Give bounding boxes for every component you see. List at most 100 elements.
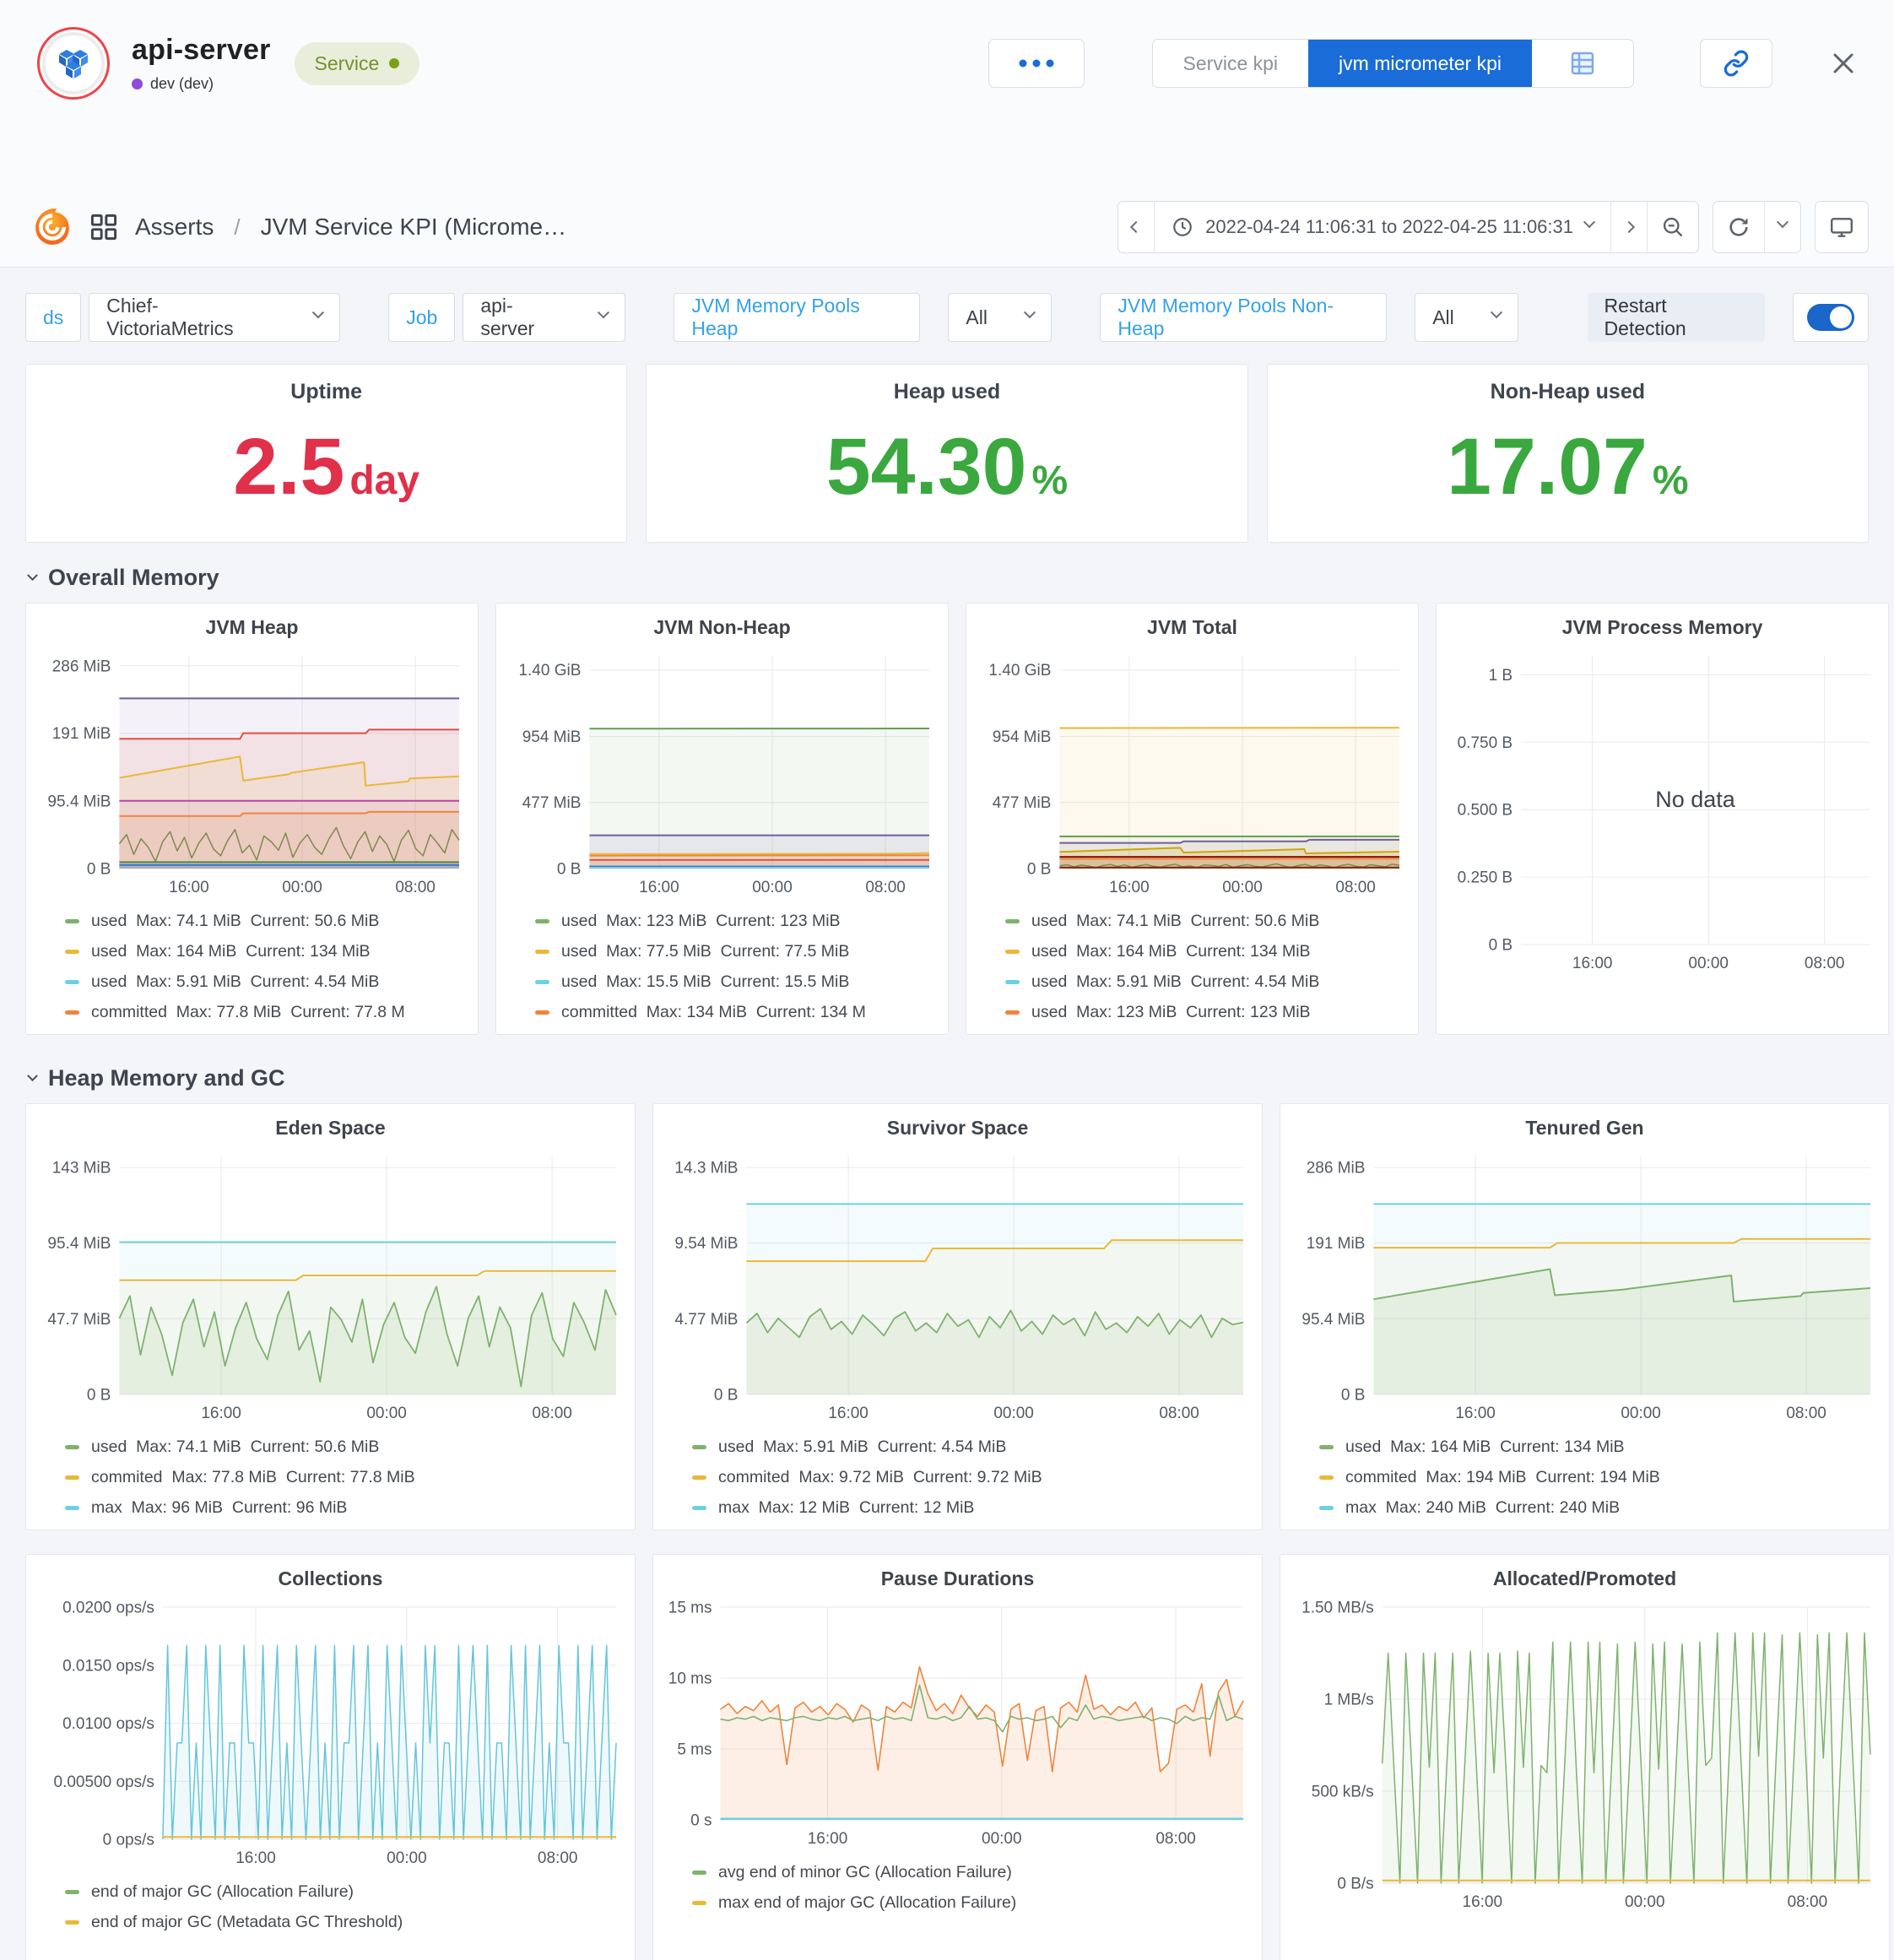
legend-item[interactable]: used Max: 123 MiB Current: 123 MiB xyxy=(535,906,939,936)
time-range-picker[interactable]: 2022-04-24 11:06:31 to 2022-04-25 11:06:… xyxy=(1154,202,1610,252)
legend-item[interactable]: used Max: 5.91 MiB Current: 4.54 MiB xyxy=(1005,966,1410,997)
ds-filter-label: ds xyxy=(25,293,81,342)
legend-item[interactable]: used Max: 5.91 MiB Current: 4.54 MiB xyxy=(65,966,469,997)
time-picker-group: 2022-04-24 11:06:31 to 2022-04-25 11:06:… xyxy=(1117,201,1699,253)
chart-canvas[interactable]: 143 MiB95.4 MiB47.7 MiB0 B16:0000:0008:0… xyxy=(35,1146,626,1425)
legend-swatch-icon xyxy=(65,1010,79,1015)
heap-gc-row-2: Collections 0.0200 ops/s0.0150 ops/s0.01… xyxy=(25,1554,1891,1960)
legend-item[interactable]: used Max: 5.91 MiB Current: 4.54 MiB xyxy=(692,1432,1253,1462)
tv-mode-button[interactable] xyxy=(1816,202,1868,252)
stat-panel-heap-used[interactable]: Heap used 54.30% xyxy=(646,364,1247,543)
panel-title[interactable]: Allocated/Promoted xyxy=(1280,1563,1889,1597)
chart-canvas[interactable]: 14.3 MiB9.54 MiB4.77 MiB0 B16:0000:0008:… xyxy=(662,1146,1253,1425)
legend-item[interactable]: committed Max: 134 MiB Current: 134 M xyxy=(535,997,939,1027)
section-overall-memory[interactable]: Overall Memory xyxy=(29,565,1869,591)
ds-filter-dropdown[interactable]: Chief-VictoriaMetrics xyxy=(89,293,339,342)
more-actions-button[interactable] xyxy=(988,39,1085,88)
legend-item[interactable]: max end of major GC (Allocation Failure) xyxy=(692,1887,1253,1918)
chart-canvas[interactable]: 1 B0.750 B0.500 B0.250 B0 B16:0000:0008:… xyxy=(1445,646,1880,975)
legend-item[interactable]: used Max: 74.1 MiB Current: 50.6 MiB xyxy=(65,906,469,936)
legend-item[interactable]: max Max: 12 MiB Current: 12 MiB xyxy=(692,1492,1253,1523)
chart-canvas[interactable]: 286 MiB191 MiB95.4 MiB0 B16:0000:0008:00 xyxy=(1289,1146,1880,1425)
legend-item[interactable]: used Max: 164 MiB Current: 134 MiB xyxy=(1319,1432,1880,1462)
legend-item[interactable]: committed Max: 77.8 MiB Current: 77.8 M xyxy=(65,997,469,1027)
svg-text:0 B: 0 B xyxy=(1027,861,1052,879)
breadcrumb: Asserts / JVM Service KPI (Microme… xyxy=(32,201,566,253)
svg-text:00:00: 00:00 xyxy=(366,1405,407,1422)
section-heap-memory-gc[interactable]: Heap Memory and GC xyxy=(29,1065,1869,1091)
panel-title[interactable]: JVM Total xyxy=(966,612,1418,646)
svg-text:08:00: 08:00 xyxy=(1155,1830,1196,1848)
legend-swatch-icon xyxy=(1005,1010,1020,1015)
stat-panel-nonheap-used[interactable]: Non-Heap used 17.07% xyxy=(1267,364,1869,543)
refresh-button[interactable] xyxy=(1713,202,1764,252)
legend-swatch-icon xyxy=(65,1445,79,1449)
panel-title[interactable]: Eden Space xyxy=(26,1113,635,1146)
share-link-button[interactable] xyxy=(1700,39,1772,88)
legend-item[interactable]: used Max: 123 MiB Current: 123 MiB xyxy=(1005,997,1410,1027)
chart-canvas[interactable]: 286 MiB191 MiB95.4 MiB0 B16:0000:0008:00 xyxy=(35,646,469,899)
dashboard-title[interactable]: JVM Service KPI (Microme… xyxy=(261,214,567,241)
svg-text:0.0200 ops/s: 0.0200 ops/s xyxy=(62,1600,154,1617)
legend-item[interactable]: commited Max: 9.72 MiB Current: 9.72 MiB xyxy=(692,1462,1253,1492)
time-shift-forward-button[interactable] xyxy=(1610,202,1647,252)
dashboards-grid-icon[interactable] xyxy=(89,213,118,241)
svg-text:143 MiB: 143 MiB xyxy=(52,1160,111,1178)
stat-value: 17.07% xyxy=(1447,427,1688,507)
panel-title[interactable]: Survivor Space xyxy=(653,1113,1262,1146)
legend-item[interactable]: used Max: 77.5 MiB Current: 77.5 MiB xyxy=(535,936,939,966)
legend-item[interactable]: used Max: 74.1 MiB Current: 50.6 MiB xyxy=(65,1432,626,1462)
legend-item[interactable]: end of major GC (Allocation Failure) xyxy=(65,1876,626,1907)
panel-title[interactable]: Tenured Gen xyxy=(1280,1113,1889,1146)
legend-item[interactable]: used Max: 164 MiB Current: 134 MiB xyxy=(65,936,469,966)
breadcrumb-app[interactable]: Asserts xyxy=(135,214,214,241)
panel-title[interactable]: Pause Durations xyxy=(653,1563,1262,1597)
top-header: api-server dev (dev) Service Service kpi… xyxy=(0,0,1894,268)
svg-text:1.50 MB/s: 1.50 MB/s xyxy=(1301,1600,1374,1617)
chart-legend: used Max: 123 MiB Current: 123 MiBused M… xyxy=(496,899,948,1027)
kpi-tab-group: Service kpi jvm micrometer kpi xyxy=(1152,39,1634,88)
refresh-interval-dropdown[interactable] xyxy=(1764,202,1800,252)
chart-canvas[interactable]: 1.40 GiB954 MiB477 MiB0 B16:0000:0008:00 xyxy=(975,646,1410,899)
chart-canvas[interactable]: 1.50 MB/s1 MB/s500 kB/s0 B/s16:0000:0008… xyxy=(1289,1597,1880,1914)
tab-service-kpi[interactable]: Service kpi xyxy=(1153,40,1308,87)
legend-item[interactable]: used Max: 15.5 MiB Current: 15.5 MiB xyxy=(535,966,939,997)
legend-item[interactable]: max Max: 96 MiB Current: 96 MiB xyxy=(65,1492,626,1523)
zoom-out-button[interactable] xyxy=(1647,202,1698,252)
legend-item[interactable]: max Max: 240 MiB Current: 240 MiB xyxy=(1319,1492,1880,1523)
nonheap-pools-filter-dropdown[interactable]: All xyxy=(1415,293,1518,342)
chart-canvas[interactable]: 15 ms10 ms5 ms0 s16:0000:0008:00 xyxy=(662,1597,1253,1850)
heap-gc-row-1: Eden Space 143 MiB95.4 MiB47.7 MiB0 B16:… xyxy=(25,1103,1891,1530)
legend-item[interactable]: end of major GC (Metadata GC Threshold) xyxy=(65,1907,626,1937)
svg-text:16:00: 16:00 xyxy=(1463,1893,1503,1911)
env-dot-icon xyxy=(132,79,143,89)
legend-item[interactable]: commited Max: 77.8 MiB Current: 77.8 MiB xyxy=(65,1462,626,1492)
svg-text:1.40 GiB: 1.40 GiB xyxy=(518,662,581,680)
legend-swatch-icon xyxy=(1005,919,1020,923)
tab-table-view[interactable] xyxy=(1532,40,1633,87)
panel-title[interactable]: JVM Process Memory xyxy=(1437,612,1888,646)
time-shift-back-button[interactable] xyxy=(1118,202,1154,252)
legend-item[interactable]: avg end of minor GC (Allocation Failure) xyxy=(692,1857,1253,1887)
close-button[interactable] xyxy=(1830,50,1857,77)
panel-title[interactable]: Collections xyxy=(26,1563,635,1597)
svg-text:4.77 MiB: 4.77 MiB xyxy=(674,1311,738,1329)
panel-title[interactable]: JVM Heap xyxy=(26,612,478,646)
heap-pools-filter-dropdown[interactable]: All xyxy=(948,293,1051,342)
tab-jvm-micrometer-kpi[interactable]: jvm micrometer kpi xyxy=(1308,40,1532,87)
job-filter-dropdown[interactable]: api-server xyxy=(463,293,625,342)
legend-item[interactable]: used Max: 164 MiB Current: 134 MiB xyxy=(1005,936,1410,966)
svg-text:477 MiB: 477 MiB xyxy=(993,794,1052,812)
stat-panel-uptime[interactable]: Uptime 2.5day xyxy=(25,364,627,543)
restart-detection-switch[interactable] xyxy=(1793,293,1869,342)
legend-label: max Max: 12 MiB Current: 12 MiB xyxy=(718,1498,974,1518)
chart-canvas[interactable]: 1.40 GiB954 MiB477 MiB0 B16:0000:0008:00 xyxy=(505,646,939,899)
legend-label: max end of major GC (Allocation Failure) xyxy=(718,1893,1016,1913)
panel-title[interactable]: JVM Non-Heap xyxy=(496,612,948,646)
legend-item[interactable]: commited Max: 194 MiB Current: 194 MiB xyxy=(1319,1462,1880,1492)
entity-avatar[interactable] xyxy=(37,27,110,100)
legend-swatch-icon xyxy=(692,1871,706,1875)
chart-canvas[interactable]: 0.0200 ops/s0.0150 ops/s0.0100 ops/s0.00… xyxy=(35,1597,626,1870)
svg-text:0.0100 ops/s: 0.0100 ops/s xyxy=(62,1715,154,1733)
legend-item[interactable]: used Max: 74.1 MiB Current: 50.6 MiB xyxy=(1005,906,1410,936)
